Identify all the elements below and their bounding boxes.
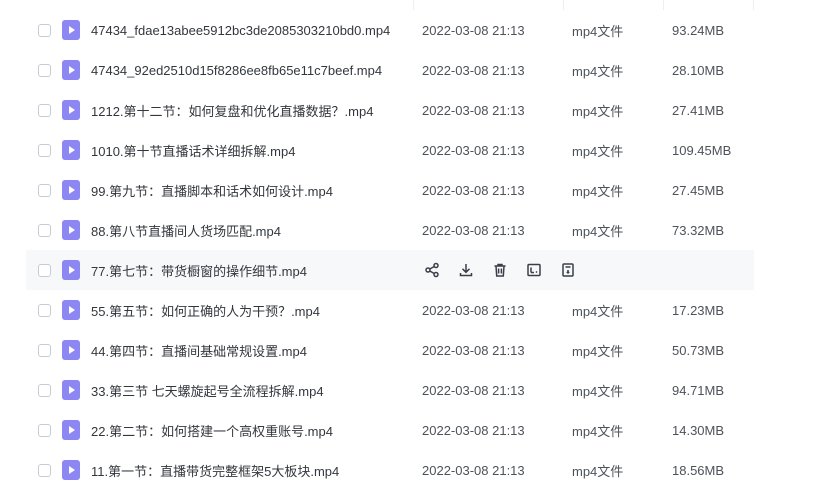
file-date: 2022-03-08 21:13 [422,62,525,78]
file-type: mp4文件 [572,143,624,159]
file-size: 94.71MB [672,382,725,398]
video-file-icon [62,380,80,400]
file-name[interactable]: 99.第九节：直播脚本和话术如何设计.mp4 [91,181,333,200]
video-file-icon [62,140,80,160]
video-file-icon [62,300,80,320]
file-name[interactable]: 77.第七节：带货橱窗的操作细节.mp4 [91,261,307,280]
file-type: mp4文件 [572,103,624,119]
file-row[interactable]: 44.第四节：直播间基础常规设置.mp4 2022-03-08 21:13 mp… [26,330,754,370]
video-file-icon [62,220,80,240]
row-checkbox[interactable] [38,383,51,397]
file-size: 17.23MB [672,302,725,318]
file-date: 2022-03-08 21:13 [422,342,525,358]
file-type: mp4文件 [572,63,624,79]
video-file-icon [62,260,80,280]
file-row[interactable]: 33.第三节 七天螺旋起号全流程拆解.mp4 2022-03-08 21:13 … [26,370,754,410]
delete-icon[interactable] [490,261,509,280]
file-type: mp4文件 [572,183,624,199]
file-name[interactable]: 11.第一节：直播带货完整框架5大板块.mp4 [91,461,339,480]
video-file-icon [62,460,80,480]
file-date: 2022-03-08 21:13 [422,462,525,478]
file-type: mp4文件 [572,303,624,319]
download-icon[interactable] [456,261,475,280]
file-row-hovered[interactable]: 77.第七节：带货橱窗的操作细节.mp4 [26,250,754,290]
file-size: 14.30MB [672,422,725,438]
row-checkbox[interactable] [38,143,51,157]
file-date: 2022-03-08 21:13 [422,422,525,438]
file-row[interactable]: 22.第二节：如何搭建一个高权重账号.mp4 2022-03-08 21:13 … [26,410,754,450]
file-name[interactable]: 47434_fdae13abee5912bc3de2085303210bd0.m… [91,23,390,38]
file-size: 50.73MB [672,342,725,358]
file-type: mp4文件 [572,223,624,239]
file-name[interactable]: 47434_92ed2510d15f8286ee8fb65e11c7beef.m… [91,63,382,78]
file-row[interactable]: 1010.第十节直播话术详细拆解.mp4 2022-03-08 21:13 mp… [26,130,754,170]
file-row[interactable]: 99.第九节：直播脚本和话术如何设计.mp4 2022-03-08 21:13 … [26,170,754,210]
file-name[interactable]: 22.第二节：如何搭建一个高权重账号.mp4 [91,421,333,440]
file-date: 2022-03-08 21:13 [422,302,525,318]
video-file-icon [62,100,80,120]
file-size: 93.24MB [672,22,725,38]
row-checkbox[interactable] [38,183,51,197]
rename-icon[interactable] [524,261,543,280]
file-date: 2022-03-08 21:13 [422,182,525,198]
file-date: 2022-03-08 21:13 [422,22,525,38]
file-list: 47434_fdae13abee5912bc3de2085303210bd0.m… [0,0,838,495]
more-icon[interactable] [558,261,577,280]
row-checkbox[interactable] [38,263,51,277]
row-checkbox[interactable] [38,463,51,477]
video-file-icon [62,340,80,360]
file-row[interactable]: 55.第五节：如何正确的人为干预？.mp4 2022-03-08 21:13 m… [26,290,754,330]
video-file-icon [62,60,80,80]
row-checkbox[interactable] [38,103,51,117]
file-size: 27.41MB [672,102,725,118]
file-name[interactable]: 33.第三节 七天螺旋起号全流程拆解.mp4 [91,381,324,400]
file-date: 2022-03-08 21:13 [422,142,525,158]
row-checkbox[interactable] [38,63,51,77]
file-name[interactable]: 1212.第十二节：如何复盘和优化直播数据？.mp4 [91,101,373,120]
file-date: 2022-03-08 21:13 [422,222,525,238]
file-type: mp4文件 [572,383,624,399]
file-row[interactable]: 47434_92ed2510d15f8286ee8fb65e11c7beef.m… [26,50,754,90]
file-row[interactable]: 88.第八节直播间人货场匹配.mp4 2022-03-08 21:13 mp4文… [26,210,754,250]
video-file-icon [62,20,80,40]
file-type: mp4文件 [572,463,624,479]
video-file-icon [62,420,80,440]
row-checkbox[interactable] [38,303,51,317]
file-name[interactable]: 1010.第十节直播话术详细拆解.mp4 [91,141,295,160]
video-file-icon [62,180,80,200]
row-checkbox[interactable] [38,343,51,357]
file-row[interactable]: 47434_fdae13abee5912bc3de2085303210bd0.m… [26,10,754,50]
file-date: 2022-03-08 21:13 [422,382,525,398]
file-type: mp4文件 [572,23,624,39]
file-row[interactable]: 1212.第十二节：如何复盘和优化直播数据？.mp4 2022-03-08 21… [26,90,754,130]
file-size: 18.56MB [672,462,725,478]
file-name[interactable]: 44.第四节：直播间基础常规设置.mp4 [91,341,307,360]
file-row[interactable]: 11.第一节：直播带货完整框架5大板块.mp4 2022-03-08 21:13… [26,450,754,490]
row-checkbox[interactable] [38,223,51,237]
row-actions [422,261,577,280]
file-size: 109.45MB [672,142,732,158]
file-name[interactable]: 55.第五节：如何正确的人为干预？.mp4 [91,301,320,320]
file-type: mp4文件 [572,423,624,439]
file-name[interactable]: 88.第八节直播间人货场匹配.mp4 [91,221,281,240]
row-checkbox[interactable] [38,423,51,437]
file-size: 28.10MB [672,62,725,78]
file-size: 73.32MB [672,222,725,238]
file-date: 2022-03-08 21:13 [422,102,525,118]
file-type: mp4文件 [572,343,624,359]
row-checkbox[interactable] [38,23,51,37]
share-icon[interactable] [422,261,441,280]
file-size: 27.45MB [672,182,725,198]
